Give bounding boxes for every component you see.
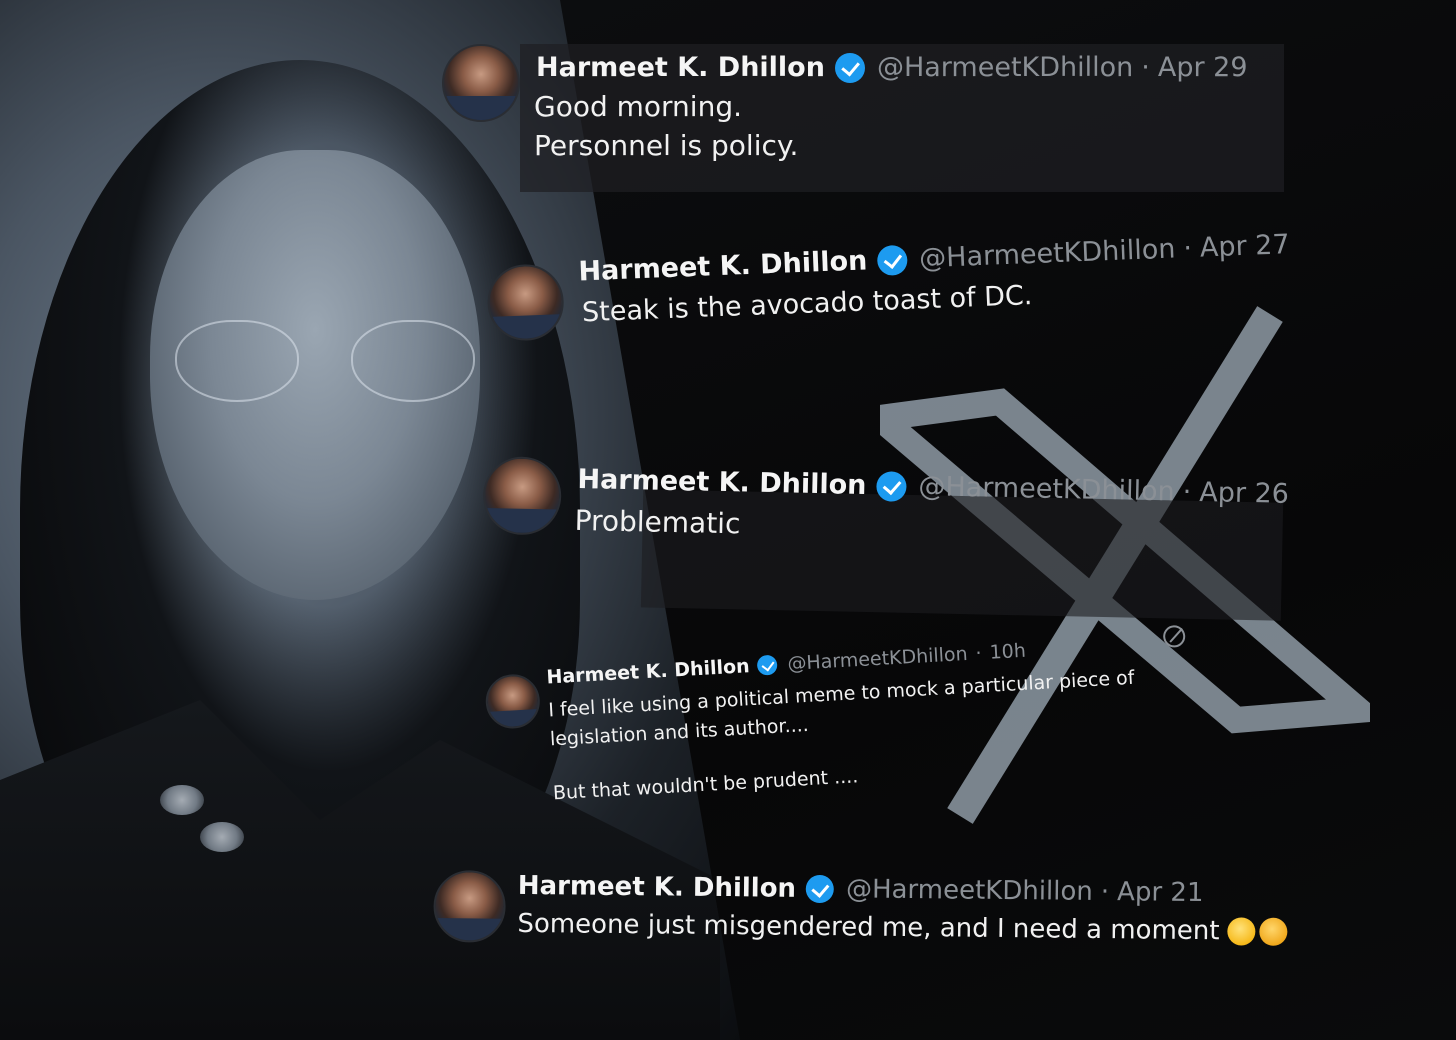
separator-dot: · xyxy=(974,642,983,665)
tweet-text: Problematic xyxy=(574,502,741,544)
author-name[interactable]: Harmeet K. Dhillon xyxy=(518,871,797,904)
brooch-2 xyxy=(200,822,244,852)
separator-dot: · xyxy=(1100,876,1110,908)
separator-dot: · xyxy=(1141,52,1150,83)
portrait-glasses xyxy=(175,320,475,410)
tweet-date[interactable]: 10h xyxy=(989,640,1026,664)
collage: Harmeet K. Dhillon @HarmeetKDhillon · Ap… xyxy=(0,0,1456,1040)
tweet-date[interactable]: Apr 27 xyxy=(1199,229,1290,263)
tweet-date[interactable]: Apr 29 xyxy=(1158,52,1248,83)
avatar[interactable] xyxy=(482,456,562,536)
tweet-line: Good morning. xyxy=(534,90,743,123)
tweet-line: Personnel is policy. xyxy=(534,128,799,162)
author-name[interactable]: Harmeet K. Dhillon xyxy=(536,52,825,83)
separator-dot: · xyxy=(1182,232,1193,265)
verified-badge-icon xyxy=(876,470,907,502)
tweet-text: Good morning. Personnel is policy. xyxy=(534,88,798,165)
avatar[interactable] xyxy=(433,869,506,943)
author-handle[interactable]: @HarmeetKDhillon xyxy=(877,52,1133,83)
face-holding-back-tears-emoji-icon xyxy=(1259,917,1288,946)
brooch-1 xyxy=(160,785,204,815)
verified-badge-icon xyxy=(876,244,908,276)
author-name[interactable]: Harmeet K. Dhillon xyxy=(577,464,867,501)
verified-badge-icon xyxy=(834,52,865,83)
tweet-line: Problematic xyxy=(574,503,741,541)
avatar[interactable] xyxy=(442,44,520,122)
tweet-date[interactable]: Apr 26 xyxy=(1199,477,1289,510)
tweet-date[interactable]: Apr 21 xyxy=(1117,877,1204,908)
tweet-line: Someone just misgendered me, and I need … xyxy=(517,908,1220,947)
melting-face-emoji-icon xyxy=(1227,917,1256,946)
author-handle[interactable]: @HarmeetKDhillon xyxy=(918,471,1175,507)
verified-badge-icon xyxy=(756,654,779,676)
verified-badge-icon xyxy=(805,874,835,904)
tweet-header: Harmeet K. Dhillon @HarmeetKDhillon · Ap… xyxy=(536,52,1248,83)
separator-dot: · xyxy=(1182,476,1192,508)
author-handle[interactable]: @HarmeetKDhillon xyxy=(846,874,1093,907)
